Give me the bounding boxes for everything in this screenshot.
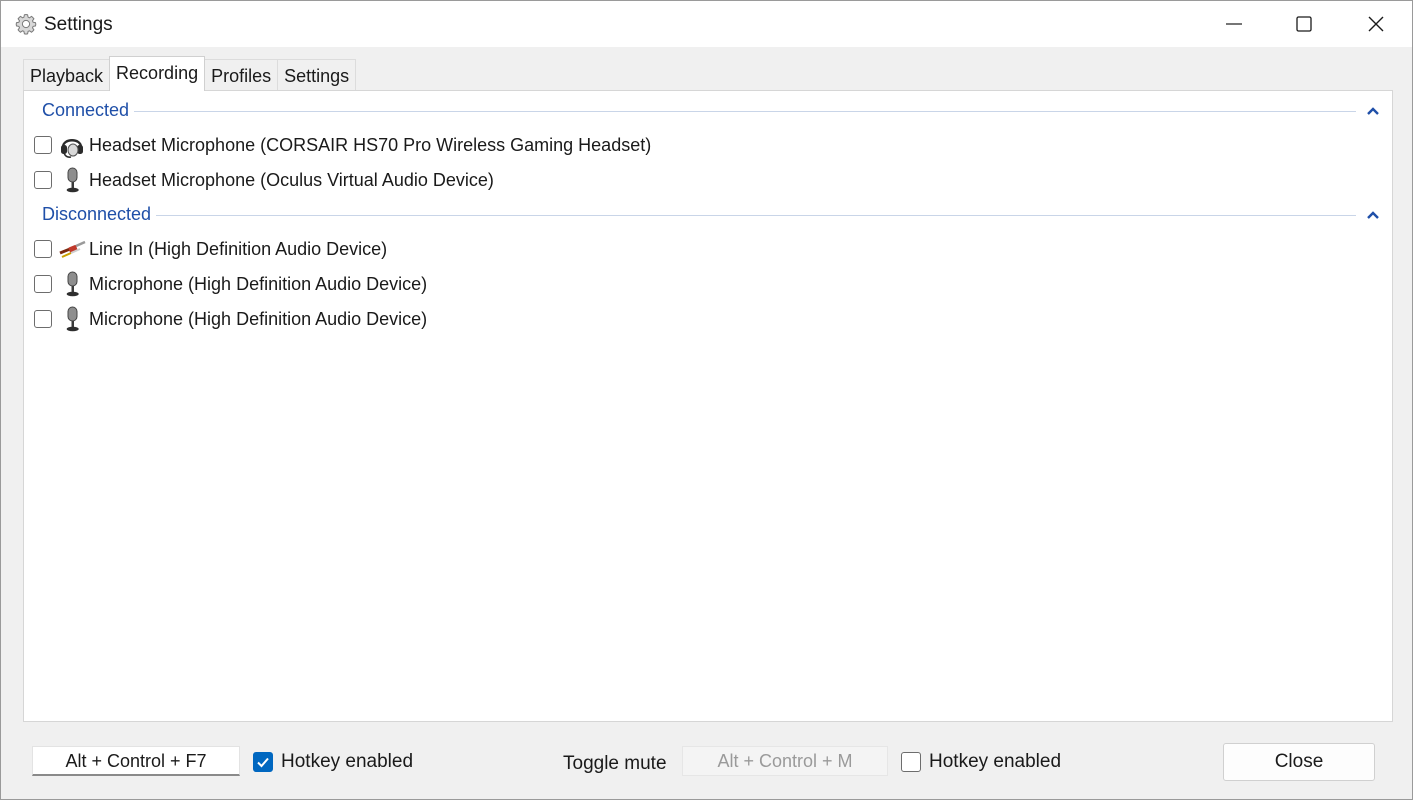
tab-recording[interactable]: Recording bbox=[109, 56, 206, 91]
hotkey-input[interactable]: Alt + Control + F7 bbox=[32, 746, 240, 776]
device-row[interactable]: Line In (High Definition Audio Device) bbox=[34, 234, 387, 264]
group-header-disconnected[interactable]: Disconnected bbox=[24, 204, 1394, 228]
toggle-mute-label: Toggle mute bbox=[563, 753, 667, 774]
microphone-icon bbox=[66, 271, 79, 297]
window-close-button[interactable] bbox=[1341, 1, 1411, 47]
device-row[interactable]: Microphone (High Definition Audio Device… bbox=[34, 269, 427, 299]
group-label-connected: Connected bbox=[42, 100, 134, 121]
device-row[interactable]: Microphone (High Definition Audio Device… bbox=[34, 304, 427, 334]
group-divider bbox=[134, 111, 1356, 112]
device-checkbox[interactable] bbox=[34, 275, 52, 293]
maximize-button[interactable] bbox=[1269, 1, 1339, 47]
toggle-hotkey-enabled-checkbox[interactable]: Hotkey enabled bbox=[901, 751, 1061, 773]
device-label: Microphone (High Definition Audio Device… bbox=[89, 273, 428, 294]
maximize-icon bbox=[1296, 16, 1312, 32]
checkbox-checked[interactable] bbox=[253, 752, 273, 772]
tab-playback[interactable]: Playback bbox=[23, 59, 111, 91]
group-label-disconnected: Disconnected bbox=[42, 204, 156, 225]
close-button[interactable]: Close bbox=[1223, 743, 1375, 781]
microphone-icon bbox=[66, 167, 79, 193]
toggle-mute-hotkey-input[interactable]: Alt + Control + M bbox=[682, 746, 888, 776]
gear-icon bbox=[15, 13, 37, 35]
chevron-up-icon[interactable] bbox=[1366, 104, 1380, 118]
tab-settings[interactable]: Settings bbox=[277, 59, 357, 91]
headset-icon bbox=[61, 139, 83, 158]
line-in-cable-icon bbox=[59, 240, 86, 258]
microphone-icon bbox=[66, 306, 79, 332]
device-checkbox[interactable] bbox=[34, 136, 52, 154]
chevron-up-icon[interactable] bbox=[1366, 208, 1380, 222]
device-label: Line In (High Definition Audio Device) bbox=[89, 238, 388, 259]
title-bar[interactable]: Settings bbox=[1, 1, 1412, 47]
group-divider bbox=[156, 215, 1356, 216]
checkbox-unchecked[interactable] bbox=[901, 752, 921, 772]
device-row[interactable]: Headset Microphone (CORSAIR HS70 Pro Wir… bbox=[34, 130, 651, 160]
device-label: Headset Microphone (CORSAIR HS70 Pro Wir… bbox=[89, 134, 652, 155]
settings-window: Settings Playback Recording Profiles Set… bbox=[0, 0, 1413, 800]
checkmark-icon bbox=[257, 757, 269, 768]
tab-strip: Playback Recording Profiles Settings bbox=[23, 56, 357, 91]
tab-profiles[interactable]: Profiles bbox=[204, 59, 279, 91]
device-checkbox[interactable] bbox=[34, 240, 52, 258]
hotkey-enabled-checkbox[interactable]: Hotkey enabled bbox=[253, 751, 413, 773]
hotkey-enabled-label: Hotkey enabled bbox=[929, 751, 1062, 772]
window-title: Settings bbox=[44, 14, 113, 35]
device-row[interactable]: Headset Microphone (Oculus Virtual Audio… bbox=[34, 165, 494, 195]
device-label: Microphone (High Definition Audio Device… bbox=[89, 308, 428, 329]
device-list-panel: Connected Headset Microphone (CORSAIR HS… bbox=[23, 90, 1393, 722]
group-header-connected[interactable]: Connected bbox=[24, 100, 1394, 124]
minimize-button[interactable] bbox=[1199, 1, 1269, 47]
device-checkbox[interactable] bbox=[34, 310, 52, 328]
device-label: Headset Microphone (Oculus Virtual Audio… bbox=[89, 169, 494, 190]
device-checkbox[interactable] bbox=[34, 171, 52, 189]
close-icon bbox=[1368, 16, 1384, 32]
minimize-icon bbox=[1226, 23, 1242, 25]
hotkey-enabled-label: Hotkey enabled bbox=[281, 751, 414, 772]
